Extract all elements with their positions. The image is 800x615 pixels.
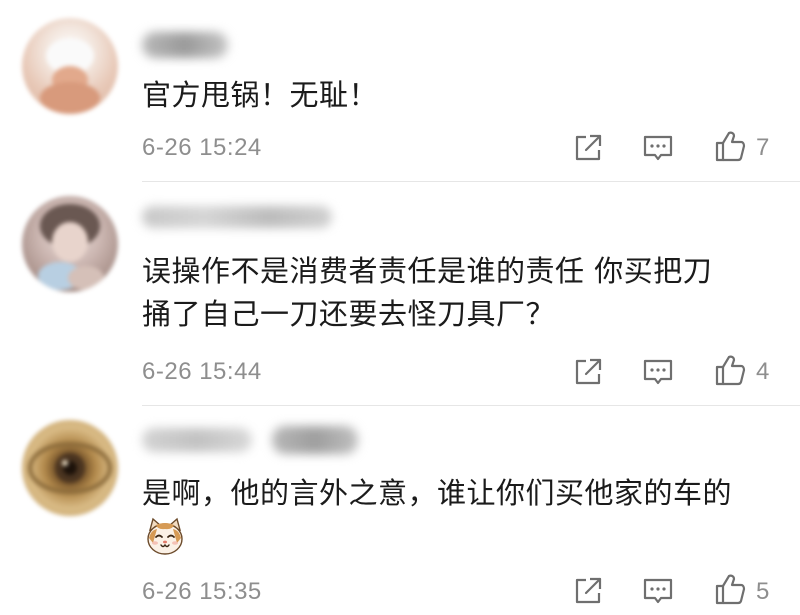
share-icon xyxy=(575,134,602,161)
share-button[interactable] xyxy=(571,355,605,389)
avatar[interactable] xyxy=(22,18,118,114)
comment-text: 官方甩锅！无耻！ xyxy=(142,74,782,117)
avatar[interactable] xyxy=(22,420,118,516)
comment-icon xyxy=(643,359,673,385)
thumbs-up-icon xyxy=(715,574,746,605)
comment-item: 是啊，他的言外之意，谁让你们买他家的车的 6-26 15:35 5 xyxy=(0,406,800,615)
avatar[interactable] xyxy=(22,196,118,292)
comment-icon xyxy=(643,578,673,604)
share-button[interactable] xyxy=(571,574,605,608)
user-avatar-icon xyxy=(40,38,100,114)
comment-timestamp: 6-26 15:35 xyxy=(142,578,262,605)
comment-text-line: 误操作不是消费者责任是谁的责任 你买把刀 xyxy=(142,254,713,288)
username-blurred[interactable] xyxy=(142,428,252,452)
comment-text-line: 捅了自己一刀还要去怪刀具厂？ xyxy=(142,297,556,331)
username-blurred[interactable] xyxy=(142,206,332,228)
thumbs-up-icon xyxy=(715,131,746,162)
username-blurred[interactable] xyxy=(272,426,358,454)
comment-timestamp: 6-26 15:44 xyxy=(142,358,262,385)
share-icon xyxy=(575,358,602,385)
like-button[interactable] xyxy=(713,353,747,387)
user-avatar-icon xyxy=(28,442,112,494)
share-button[interactable] xyxy=(571,131,605,165)
comment-item: 误操作不是消费者责任是谁的责任 你买把刀 捅了自己一刀还要去怪刀具厂？ 6-26… xyxy=(0,182,800,406)
like-count: 4 xyxy=(756,358,770,385)
comment-button[interactable] xyxy=(641,574,675,608)
like-button[interactable] xyxy=(713,572,747,606)
comment-timestamp: 6-26 15:24 xyxy=(142,134,262,161)
thumbs-up-icon xyxy=(715,355,746,386)
comment-text: 是啊，他的言外之意，谁让你们买他家的车的 xyxy=(142,472,782,515)
comment-item: 官方甩锅！无耻！ 6-26 15:24 7 xyxy=(0,0,800,182)
share-icon xyxy=(575,577,602,604)
comment-button[interactable] xyxy=(641,355,675,389)
comment-text-line: 官方甩锅！无耻！ xyxy=(142,78,379,112)
comment-text-line: 是啊，他的言外之意，谁让你们买他家的车的 xyxy=(142,476,733,510)
like-button[interactable] xyxy=(713,129,747,163)
user-avatar-icon xyxy=(38,204,104,290)
comment-button[interactable] xyxy=(641,131,675,165)
comment-icon xyxy=(643,135,673,161)
like-count: 5 xyxy=(756,578,770,605)
username-blurred[interactable] xyxy=(142,32,228,58)
cat-face-emoji xyxy=(144,516,186,558)
comment-text: 误操作不是消费者责任是谁的责任 你买把刀 捅了自己一刀还要去怪刀具厂？ xyxy=(142,250,782,336)
like-count: 7 xyxy=(756,134,770,161)
